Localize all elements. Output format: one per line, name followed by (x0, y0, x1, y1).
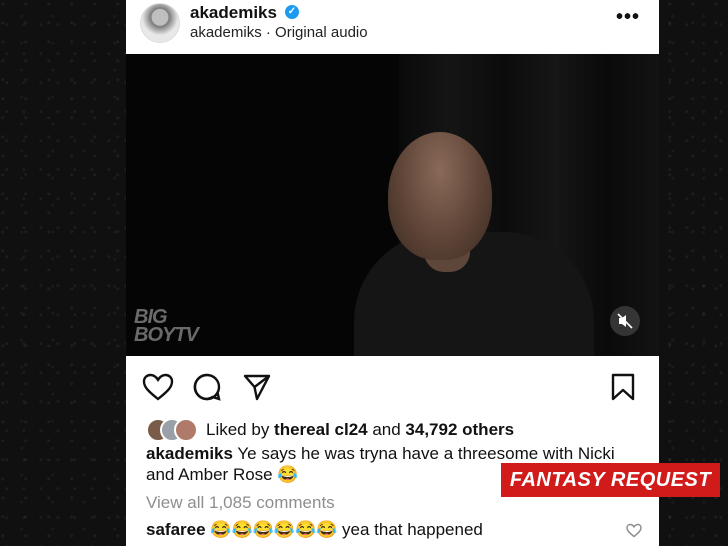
mute-button[interactable] (610, 306, 640, 336)
comment-icon[interactable] (192, 372, 222, 402)
bookmark-icon[interactable] (610, 372, 636, 402)
avatar[interactable] (140, 3, 180, 43)
video-person-body (354, 232, 594, 356)
more-icon[interactable]: ••• (616, 6, 640, 29)
mute-icon (617, 313, 633, 329)
view-all-comments-link[interactable]: View all 1,085 comments (146, 493, 335, 513)
fantasy-request-banner: FANTASY REQUEST (501, 463, 720, 497)
verified-icon: ✓ (285, 5, 299, 19)
comment-username[interactable]: safaree (146, 520, 206, 539)
likes-text: Liked by thereal cl24 and 34,792 others (206, 420, 514, 440)
likes-prefix: Liked by (206, 420, 275, 439)
likes-count[interactable]: 34,792 others (405, 420, 514, 439)
video-watermark: BIG BOYTV (134, 307, 199, 346)
likes-user[interactable]: thereal cl24 (274, 420, 368, 439)
post-username[interactable]: akademiks (190, 3, 277, 23)
video-player[interactable]: BIG BOYTV (126, 54, 659, 356)
caption-username[interactable]: akademiks (146, 444, 233, 463)
share-icon[interactable] (242, 372, 272, 402)
likes-mid: and (367, 420, 406, 439)
comment-like-icon[interactable] (626, 523, 642, 538)
action-bar (126, 356, 659, 414)
watermark-line2: BOYTV (134, 324, 199, 346)
post-subtitle[interactable]: akademiks · Original audio (190, 24, 368, 41)
heart-icon[interactable] (142, 372, 174, 402)
comment-text: 😂😂😂😂😂😂 yea that happened (205, 520, 483, 539)
video-person-head (388, 132, 492, 260)
liker-avatar[interactable] (174, 418, 198, 442)
comment-item: safaree 😂😂😂😂😂😂 yea that happened (146, 520, 483, 540)
post-header: akademiks ✓ akademiks · Original audio •… (126, 0, 659, 54)
